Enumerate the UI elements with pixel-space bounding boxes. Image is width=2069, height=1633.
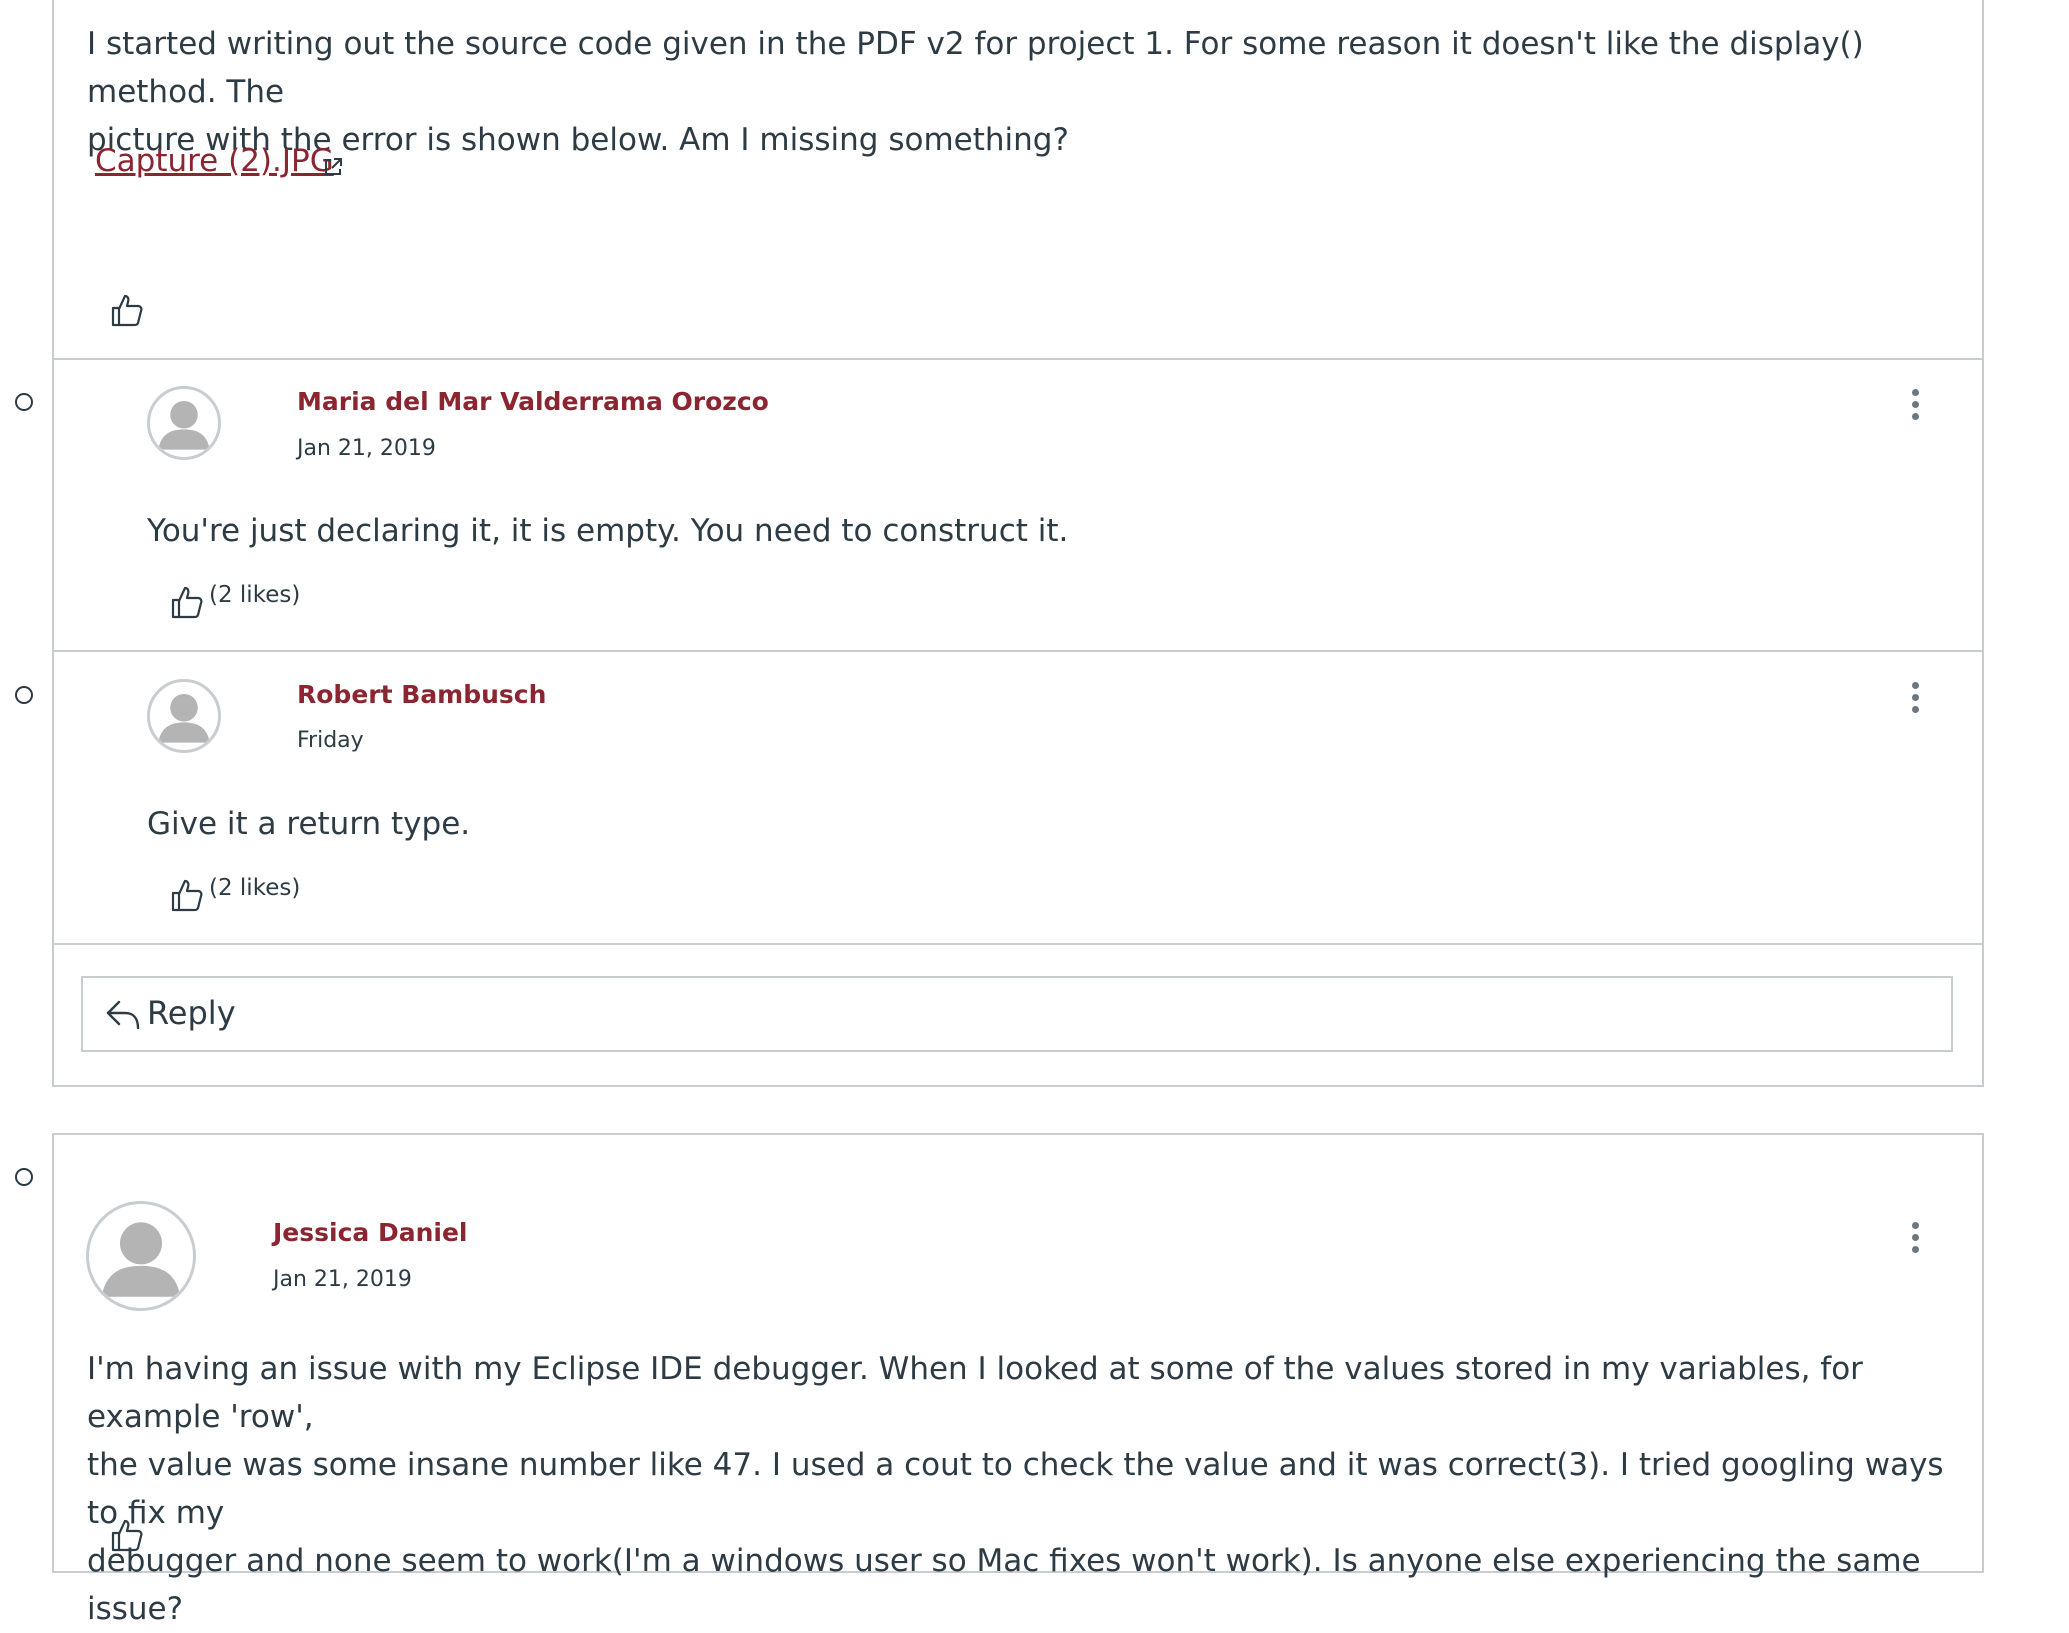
avatar[interactable]	[147, 679, 221, 753]
like-count: (2 likes)	[209, 582, 301, 608]
post-body: I'm having an issue with my Eclipse IDE …	[87, 1351, 1944, 1627]
more-options-icon[interactable]	[1906, 1218, 1926, 1258]
avatar[interactable]	[147, 386, 221, 460]
post-date: Jan 21, 2019	[297, 436, 436, 461]
unread-indicator[interactable]	[15, 393, 33, 411]
like-icon[interactable]	[110, 292, 144, 328]
divider	[53, 650, 1983, 652]
attachment-label: Capture (2).JPG	[95, 143, 334, 179]
like-icon[interactable]	[110, 1517, 144, 1552]
like-count: (2 likes)	[209, 875, 301, 901]
divider	[53, 943, 1983, 945]
reply-arrow-icon	[105, 998, 141, 1032]
post-date: Friday	[297, 728, 364, 753]
reply-button[interactable]: Reply	[81, 976, 1953, 1052]
author-name[interactable]: Robert Bambusch	[297, 680, 546, 709]
post-body: I started writing out the source code gi…	[87, 26, 1864, 158]
more-options-icon[interactable]	[1906, 678, 1926, 718]
unread-indicator[interactable]	[15, 1168, 33, 1186]
post-date: Jan 21, 2019	[273, 1267, 412, 1292]
author-name[interactable]: Jessica Daniel	[273, 1218, 468, 1247]
like-icon[interactable]	[170, 584, 204, 620]
attachment-link[interactable]: Capture (2).JPG	[95, 143, 334, 179]
more-options-icon[interactable]	[1906, 385, 1926, 425]
unread-indicator[interactable]	[15, 686, 33, 704]
reply-body: You're just declaring it, it is empty. Y…	[147, 513, 1069, 549]
avatar[interactable]	[86, 1201, 196, 1311]
reply-body: Give it a return type.	[147, 806, 471, 842]
like-icon[interactable]	[170, 877, 204, 913]
external-link-icon	[322, 156, 344, 178]
divider	[53, 358, 1983, 360]
author-name[interactable]: Maria del Mar Valderrama Orozco	[297, 387, 769, 416]
reply-label: Reply	[147, 994, 236, 1032]
